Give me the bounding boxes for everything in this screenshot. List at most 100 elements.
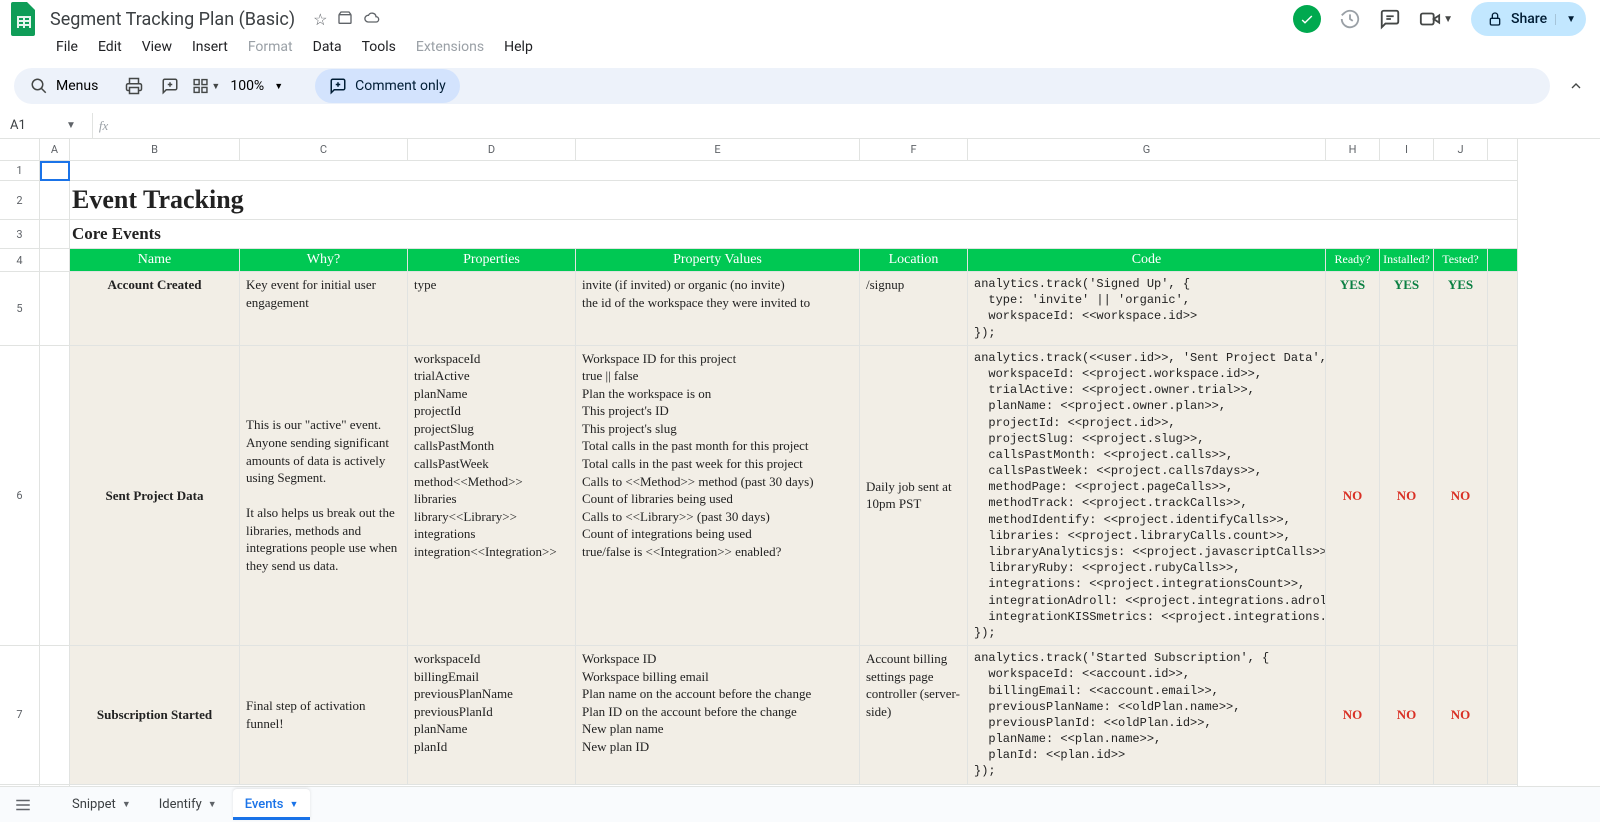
cell-code[interactable]: analytics.track('Started Subscription', … — [968, 646, 1326, 785]
th-property-values[interactable]: Property Values — [576, 249, 860, 272]
th-name[interactable]: Name — [70, 249, 240, 272]
cell-code[interactable]: analytics.track(<<user.id>>, 'Sent Proje… — [968, 346, 1326, 646]
th-properties[interactable]: Properties — [408, 249, 576, 272]
row-head[interactable]: 5 — [0, 272, 40, 346]
cell-loc[interactable]: /signup — [860, 272, 968, 346]
row-head[interactable]: 3 — [0, 220, 40, 249]
cell[interactable] — [1488, 272, 1518, 346]
th-why[interactable]: Why? — [240, 249, 408, 272]
cell-why[interactable]: Key event for initial user engagement — [240, 272, 408, 346]
col-head[interactable]: I — [1380, 139, 1434, 161]
cell-tested[interactable]: NO — [1434, 346, 1488, 646]
tab-identify[interactable]: Identify▼ — [147, 789, 229, 820]
cell[interactable] — [1488, 249, 1518, 272]
share-dropdown-icon[interactable]: ▼ — [1555, 14, 1576, 25]
cell-vals[interactable]: invite (if invited) or organic (no invit… — [576, 272, 860, 346]
cell-props[interactable]: type — [408, 272, 576, 346]
menu-tools[interactable]: Tools — [354, 35, 404, 59]
menu-file[interactable]: File — [48, 35, 86, 59]
name-box-dropdown-icon[interactable]: ▼ — [46, 120, 92, 131]
cell-vals[interactable]: Workspace ID Workspace billing email Pla… — [576, 646, 860, 785]
cell-vals[interactable]: Workspace ID for this project true || fa… — [576, 346, 860, 646]
zoom-select[interactable]: 100% ▼ — [228, 78, 287, 94]
col-head[interactable]: F — [860, 139, 968, 161]
star-icon[interactable]: ☆ — [313, 10, 327, 29]
cell[interactable] — [1488, 646, 1518, 785]
cell-ready[interactable]: YES — [1326, 272, 1380, 346]
col-head[interactable]: E — [576, 139, 860, 161]
section-core[interactable]: Core Events — [70, 220, 1518, 249]
cell-props[interactable]: workspaceId trialActive planName project… — [408, 346, 576, 646]
section-title[interactable]: Event Tracking — [70, 181, 1518, 220]
cell-why[interactable]: This is our "active" event. Anyone sendi… — [240, 346, 408, 646]
cell-installed[interactable]: NO — [1380, 346, 1434, 646]
th-installed[interactable]: Installed? — [1380, 249, 1434, 272]
row-head[interactable]: 7 — [0, 646, 40, 785]
menu-insert[interactable]: Insert — [184, 35, 236, 59]
share-button[interactable]: Share ▼ — [1471, 2, 1586, 36]
col-head[interactable]: C — [240, 139, 408, 161]
cell-installed[interactable]: NO — [1380, 646, 1434, 785]
menu-view[interactable]: View — [134, 35, 180, 59]
menus-search[interactable]: Menus — [20, 71, 112, 101]
cell[interactable] — [40, 646, 70, 785]
cell-code[interactable]: analytics.track('Signed Up', { type: 'in… — [968, 272, 1326, 346]
collapse-toolbar-icon[interactable] — [1562, 72, 1590, 100]
cell-tested[interactable]: NO — [1434, 646, 1488, 785]
move-icon[interactable] — [337, 10, 353, 29]
cell-why[interactable]: Final step of activation funnel! — [240, 646, 408, 785]
cell[interactable] — [40, 272, 70, 346]
col-head[interactable]: A — [40, 139, 70, 161]
cell-a1[interactable] — [40, 161, 70, 181]
th-ready[interactable]: Ready? — [1326, 249, 1380, 272]
meet-icon[interactable]: ▼ — [1419, 8, 1453, 30]
cell-name[interactable]: Account Created — [70, 272, 240, 346]
th-code[interactable]: Code — [968, 249, 1326, 272]
col-head[interactable] — [1488, 139, 1518, 161]
history-icon[interactable] — [1339, 8, 1361, 30]
cell[interactable] — [40, 181, 70, 220]
row-head[interactable]: 2 — [0, 181, 40, 220]
col-head[interactable]: D — [408, 139, 576, 161]
comments-icon[interactable] — [1379, 8, 1401, 30]
name-box[interactable]: A1 — [2, 118, 46, 133]
add-comment-icon[interactable] — [156, 72, 184, 100]
row-head[interactable]: 1 — [0, 161, 40, 181]
cell-props[interactable]: workspaceId billingEmail previousPlanNam… — [408, 646, 576, 785]
col-head[interactable]: G — [968, 139, 1326, 161]
menu-extensions[interactable]: Extensions — [408, 35, 492, 59]
col-head[interactable]: J — [1434, 139, 1488, 161]
cell-name[interactable]: Sent Project Data — [70, 346, 240, 646]
cell[interactable] — [40, 220, 70, 249]
menu-help[interactable]: Help — [496, 35, 541, 59]
col-head[interactable]: B — [70, 139, 240, 161]
col-head[interactable]: H — [1326, 139, 1380, 161]
row-head[interactable]: 4 — [0, 249, 40, 272]
tab-events[interactable]: Events▼ — [233, 789, 311, 820]
tab-snippet[interactable]: Snippet▼ — [60, 789, 143, 820]
menu-edit[interactable]: Edit — [90, 35, 130, 59]
cloud-status-icon[interactable] — [363, 10, 381, 29]
cell-loc[interactable]: Account billing settings page controller… — [860, 646, 968, 785]
formula-input[interactable] — [114, 113, 1600, 138]
cell-loc[interactable]: Daily job sent at 10pm PST — [860, 346, 968, 646]
th-location[interactable]: Location — [860, 249, 968, 272]
cell-name[interactable]: Subscription Started — [70, 646, 240, 785]
cell[interactable] — [1488, 346, 1518, 646]
cell-ready[interactable]: NO — [1326, 346, 1380, 646]
menu-data[interactable]: Data — [305, 35, 350, 59]
cell[interactable] — [70, 161, 1518, 181]
spreadsheet-grid[interactable]: A B C D E F G H I J 1 2 Event Tracking 3… — [0, 139, 1600, 787]
cell-installed[interactable]: YES — [1380, 272, 1434, 346]
cell[interactable] — [40, 249, 70, 272]
row-head[interactable]: 6 — [0, 346, 40, 646]
th-tested[interactable]: Tested? — [1434, 249, 1488, 272]
cell-tested[interactable]: YES — [1434, 272, 1488, 346]
doc-title[interactable]: Segment Tracking Plan (Basic) — [44, 7, 301, 32]
comment-only-chip[interactable]: Comment only — [315, 69, 460, 103]
account-avatar[interactable] — [1293, 5, 1321, 33]
menu-format[interactable]: Format — [240, 35, 301, 59]
sheets-logo-icon[interactable] — [10, 1, 38, 37]
print-icon[interactable] — [120, 72, 148, 100]
filter-icon[interactable]: ▼ — [192, 72, 220, 100]
